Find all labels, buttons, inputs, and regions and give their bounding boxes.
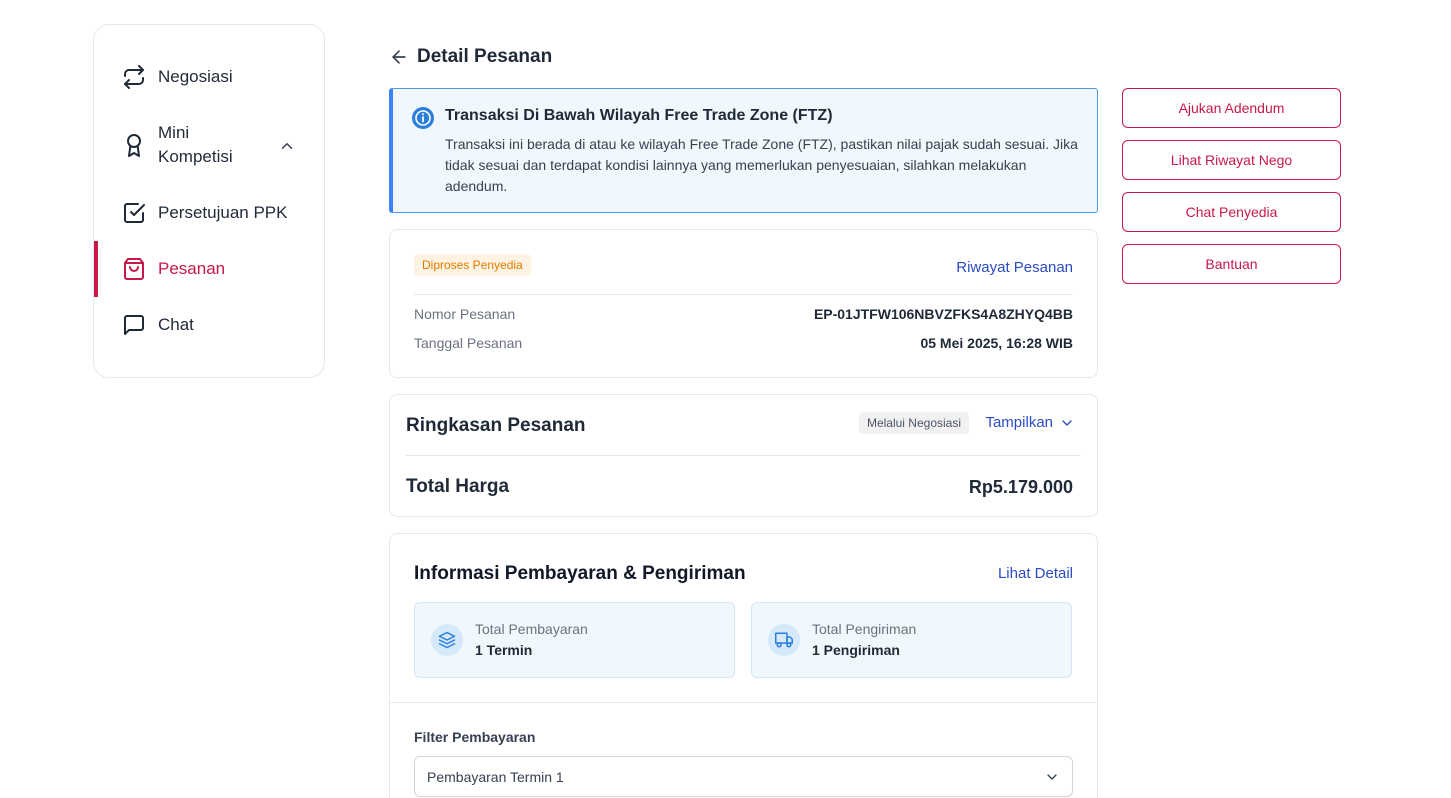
sidebar-item-chat[interactable]: Chat (94, 313, 324, 337)
check-square-icon (122, 201, 146, 225)
status-badge: Diproses Penyedia (414, 254, 531, 276)
order-date-label: Tanggal Pesanan (414, 335, 523, 351)
show-toggle[interactable]: Tampilkan (985, 414, 1075, 431)
shopping-bag-icon (122, 257, 146, 281)
chevron-down-icon (1047, 773, 1057, 780)
message-square-icon (122, 313, 146, 337)
select-value: Pembayaran Termin 1 (427, 768, 564, 785)
sidebar-item-label: Persetujuan PPK (158, 203, 288, 222)
order-number-label: Nomor Pesanan (414, 306, 516, 322)
sidebar: Negosiasi Mini Kompetisi Persetujuan PPK… (93, 24, 325, 378)
award-icon (122, 133, 146, 157)
tile-value: 1 Termin (475, 642, 533, 658)
sidebar-item-pesanan[interactable]: Pesanan (94, 257, 324, 281)
order-date-value: 05 Mei 2025, 16:28 WIB (920, 335, 1073, 351)
order-status-card: Diproses Penyedia Riwayat Pesanan Nomor … (389, 229, 1098, 378)
divider (406, 455, 1081, 456)
total-shipping-tile: Total Pengiriman 1 Pengiriman (751, 602, 1072, 678)
sidebar-item-label: Chat (158, 315, 194, 334)
summary-heading: Ringkasan Pesanan (406, 415, 586, 436)
divider (414, 294, 1073, 295)
show-toggle-label: Tampilkan (985, 414, 1053, 431)
chevron-up-icon[interactable] (278, 137, 296, 155)
alert-body: Transaksi ini berada di atau ke wilayah … (445, 136, 1078, 194)
info-icon (411, 106, 435, 130)
truck-icon (768, 624, 800, 656)
negotiation-badge: Melalui Negosiasi (858, 412, 969, 434)
filter-payment-label: Filter Pembayaran (414, 729, 536, 745)
order-summary-card: Ringkasan Pesanan Melalui Negosiasi Tamp… (389, 394, 1098, 517)
sidebar-item-negosiasi[interactable]: Negosiasi (94, 65, 324, 89)
total-price-value: Rp5.179.000 (968, 477, 1073, 497)
order-history-link[interactable]: Riwayat Pesanan (956, 259, 1073, 276)
view-detail-link[interactable]: Lihat Detail (998, 565, 1073, 582)
sidebar-item-label: Mini Kompetisi (158, 123, 233, 166)
total-price-label: Total Harga (406, 476, 510, 497)
total-payment-tile: Total Pembayaran 1 Termin (414, 602, 735, 678)
help-button[interactable]: Bantuan (1122, 244, 1341, 284)
order-number-value: EP-01JTFW106NBVZFKS4A8ZHYQ4BB (813, 306, 1073, 322)
payment-shipping-card: Informasi Pembayaran & Pengiriman Lihat … (389, 533, 1098, 798)
view-nego-history-button[interactable]: Lihat Riwayat Nego (1122, 140, 1341, 180)
tile-value: 1 Pengiriman (812, 642, 900, 658)
tile-label: Total Pembayaran (475, 621, 588, 637)
payment-heading: Informasi Pembayaran & Pengiriman (414, 563, 746, 584)
submit-addendum-button[interactable]: Ajukan Adendum (1122, 88, 1341, 128)
page-title: Detail Pesanan (417, 46, 553, 67)
repeat-icon (122, 65, 146, 89)
ftz-alert: Transaksi Di Bawah Wilayah Free Trade Zo… (389, 88, 1098, 213)
payment-filter-select[interactable]: Pembayaran Termin 1 (414, 756, 1073, 797)
chat-provider-button[interactable]: Chat Penyedia (1122, 192, 1341, 232)
page-header: Detail Pesanan (389, 46, 552, 68)
chevron-down-icon (1062, 419, 1072, 426)
alert-title: Transaksi Di Bawah Wilayah Free Trade Zo… (445, 107, 833, 124)
tile-label: Total Pengiriman (812, 621, 917, 637)
layers-icon (431, 624, 463, 656)
divider (390, 702, 1097, 703)
sidebar-item-label: Negosiasi (158, 67, 233, 86)
sidebar-item-label: Pesanan (158, 259, 226, 278)
arrow-left-icon[interactable] (389, 47, 409, 67)
sidebar-item-persetujuan-ppk[interactable]: Persetujuan PPK (94, 201, 324, 225)
